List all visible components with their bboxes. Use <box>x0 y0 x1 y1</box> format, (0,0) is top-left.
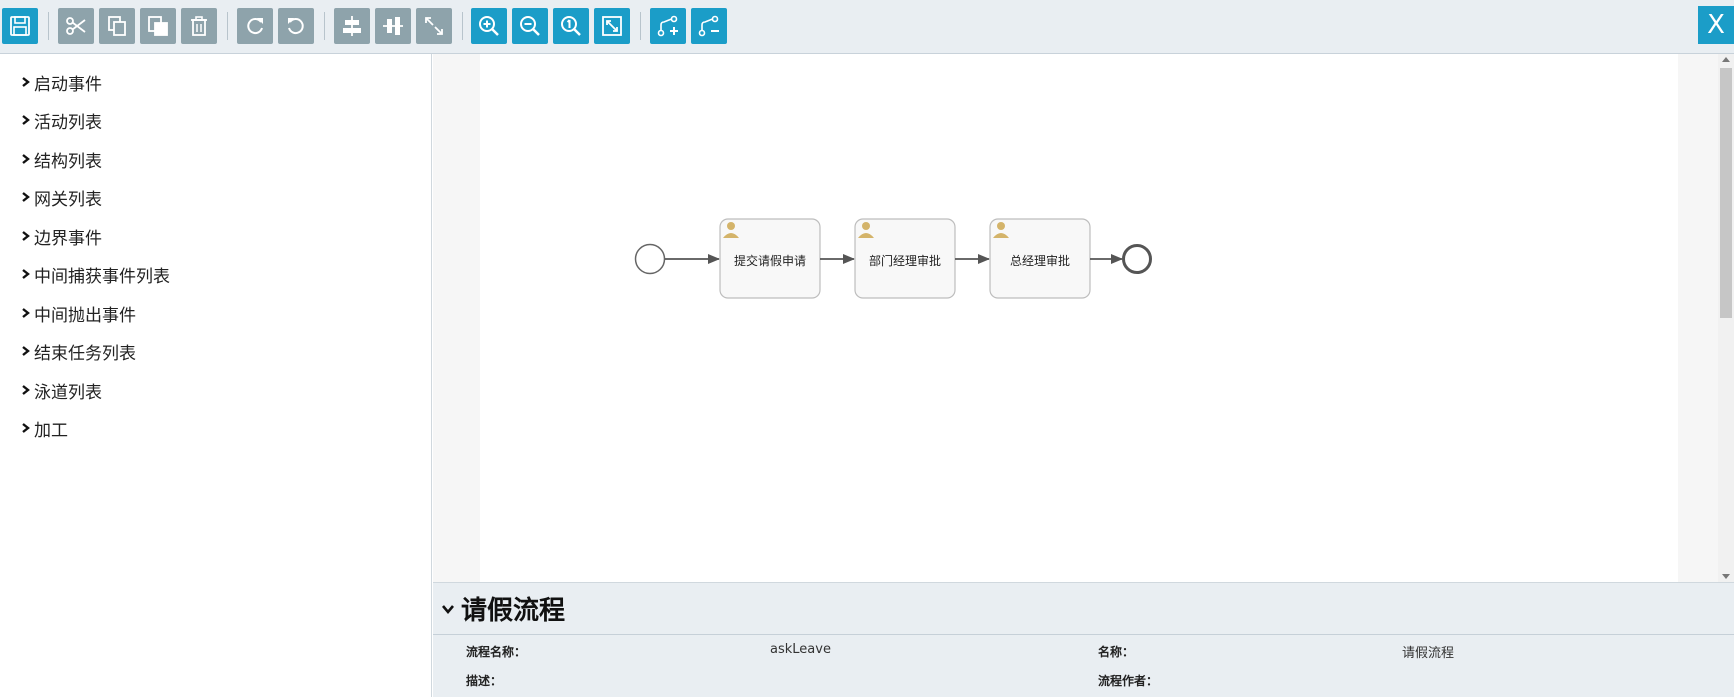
author-label: 流程作者： <box>1098 674 1159 688</box>
undo-icon <box>288 18 304 35</box>
copy-icon <box>108 16 126 36</box>
end-event[interactable] <box>1122 244 1152 274</box>
palette-item-label: 网关列表 <box>34 189 102 210</box>
palette-item-label: 结构列表 <box>34 151 102 172</box>
vertical-scrollbar[interactable] <box>1718 54 1734 582</box>
chevron-right-icon <box>22 269 30 279</box>
palette-item-label: 活动列表 <box>34 112 102 133</box>
toolbar-separator <box>640 12 641 40</box>
toolbar-separator <box>48 12 49 40</box>
palette-item-artifacts[interactable]: 加工 <box>20 416 68 441</box>
palette-item-label: 中间抛出事件 <box>34 305 136 326</box>
palette-item-label: 中间捕获事件列表 <box>34 266 170 287</box>
cut-button[interactable] <box>58 8 94 44</box>
user-task-label: 总经理审批 <box>1009 254 1070 268</box>
redo-button[interactable] <box>237 8 273 44</box>
align-horizontal-icon <box>343 16 361 36</box>
add-bendpoint-icon <box>657 15 678 37</box>
diagram-canvas[interactable]: 提交请假申请 部门经理审批 总经理审批 <box>480 54 1678 582</box>
palette-item-boundary-events[interactable]: 边界事件 <box>20 224 102 249</box>
chevron-right-icon <box>22 192 30 202</box>
chevron-right-icon <box>22 423 30 433</box>
chevron-right-icon <box>22 77 30 87</box>
start-event[interactable] <box>634 243 666 275</box>
user-task-label: 提交请假申请 <box>733 254 806 268</box>
palette-item-swimlanes[interactable]: 泳道列表 <box>20 378 102 403</box>
palette-item-gateways[interactable]: 网关列表 <box>20 185 102 210</box>
chevron-right-icon <box>22 115 30 125</box>
palette-item-label: 加工 <box>34 420 68 441</box>
palette-item-activities[interactable]: 活动列表 <box>20 108 102 133</box>
zoom-in-button[interactable] <box>471 8 507 44</box>
same-size-icon <box>425 17 443 35</box>
delete-icon <box>191 16 207 36</box>
zoom-out-icon <box>520 16 540 36</box>
remove-bendpoint-button[interactable] <box>691 8 727 44</box>
process-name-value[interactable]: askLeave <box>770 642 831 657</box>
copy-button[interactable] <box>99 8 135 44</box>
palette-item-catch-events[interactable]: 中间捕获事件列表 <box>20 262 170 287</box>
zoom-actual-button[interactable] <box>553 8 589 44</box>
process-name-label: 流程名称： <box>466 645 527 659</box>
toolbar-separator <box>462 12 463 40</box>
add-bendpoint-button[interactable] <box>650 8 686 44</box>
save-icon <box>10 16 30 36</box>
properties-title: 请假流程 <box>461 596 566 626</box>
description-label: 描述： <box>466 674 503 688</box>
chevron-right-icon <box>22 308 30 318</box>
scroll-thumb[interactable] <box>1720 68 1732 318</box>
toolbar: X <box>0 0 1734 54</box>
palette-panel: 启动事件 活动列表 结构列表 网关列表 边界事件 中间捕获事件列表 中间抛出事件… <box>0 54 432 697</box>
properties-header[interactable]: 请假流程 <box>433 583 1734 635</box>
user-task-label: 部门经理审批 <box>868 254 941 268</box>
close-button[interactable]: X <box>1698 6 1734 44</box>
palette-item-structures[interactable]: 结构列表 <box>20 147 102 172</box>
redo-icon <box>247 18 263 35</box>
save-button[interactable] <box>2 8 38 44</box>
align-vertical-button[interactable] <box>375 8 411 44</box>
diagram-svg <box>634 218 1152 299</box>
chevron-right-icon <box>22 346 30 356</box>
cut-icon <box>66 17 86 35</box>
palette-item-end-events[interactable]: 结束任务列表 <box>20 339 136 364</box>
zoom-out-button[interactable] <box>512 8 548 44</box>
chevron-down-icon <box>442 604 454 614</box>
chevron-right-icon <box>22 231 30 241</box>
chevron-right-icon <box>22 385 30 395</box>
zoom-fit-button[interactable] <box>594 8 630 44</box>
palette-item-label: 启动事件 <box>34 74 102 95</box>
palette-item-label: 边界事件 <box>34 228 102 249</box>
align-vertical-icon <box>383 17 403 35</box>
name-value[interactable]: 请假流程 <box>1402 642 1454 661</box>
palette-item-label: 结束任务列表 <box>34 343 136 364</box>
remove-bendpoint-icon <box>698 15 719 37</box>
align-horizontal-button[interactable] <box>334 8 370 44</box>
toolbar-separator <box>227 12 228 40</box>
palette-item-label: 泳道列表 <box>34 382 102 403</box>
canvas-area: 提交请假申请 部门经理审批 总经理审批 <box>433 54 1734 582</box>
paste-icon <box>148 16 168 36</box>
properties-panel: 请假流程 流程名称： askLeave 名称： 请假流程 描述： 流程作者： <box>433 582 1734 697</box>
zoom-in-icon <box>479 16 499 36</box>
toolbar-separator <box>324 12 325 40</box>
paste-button[interactable] <box>140 8 176 44</box>
chevron-right-icon <box>22 154 30 164</box>
delete-button[interactable] <box>181 8 217 44</box>
scroll-up-arrow-icon[interactable] <box>1722 57 1730 62</box>
zoom-fit-icon <box>602 16 622 36</box>
palette-item-throw-events[interactable]: 中间抛出事件 <box>20 301 136 326</box>
name-label: 名称： <box>1098 645 1135 659</box>
zoom-actual-icon <box>561 16 581 36</box>
undo-button[interactable] <box>278 8 314 44</box>
palette-item-start-events[interactable]: 启动事件 <box>20 70 102 95</box>
scroll-down-arrow-icon[interactable] <box>1722 574 1730 579</box>
same-size-button[interactable] <box>416 8 452 44</box>
